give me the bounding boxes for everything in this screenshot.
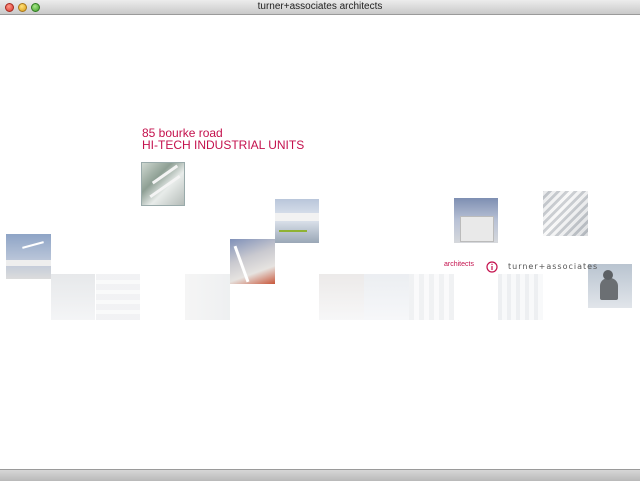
photo-tile-9[interactable]	[96, 274, 140, 320]
photo-tile-11[interactable]	[319, 274, 364, 320]
photo-tile-6[interactable]	[543, 191, 588, 236]
project-heading: 85 bourke road HI-TECH INDUSTRIAL UNITS	[142, 127, 304, 151]
photo-tile-14[interactable]	[498, 274, 543, 320]
photo-tile-12[interactable]	[364, 274, 409, 320]
window-title: turner+associates architects	[257, 1, 383, 12]
photo-tile-4[interactable]	[6, 234, 51, 279]
photo-tile-8[interactable]	[51, 274, 95, 320]
window-statusbar	[0, 469, 640, 481]
photo-tile-3[interactable]	[230, 239, 275, 284]
project-title: HI-TECH INDUSTRIAL UNITS	[142, 138, 305, 152]
photo-tile-5[interactable]	[454, 198, 498, 243]
photo-tile-1[interactable]	[141, 162, 185, 206]
brand-logo: turner+associates	[508, 262, 599, 271]
photo-tile-13[interactable]	[409, 274, 454, 320]
photo-tile-2[interactable]	[275, 199, 319, 243]
photo-tile-10[interactable]	[185, 274, 230, 320]
architects-link[interactable]: architects	[444, 261, 474, 268]
window-titlebar: turner+associates architects	[0, 0, 640, 15]
info-icon[interactable]	[486, 261, 498, 273]
